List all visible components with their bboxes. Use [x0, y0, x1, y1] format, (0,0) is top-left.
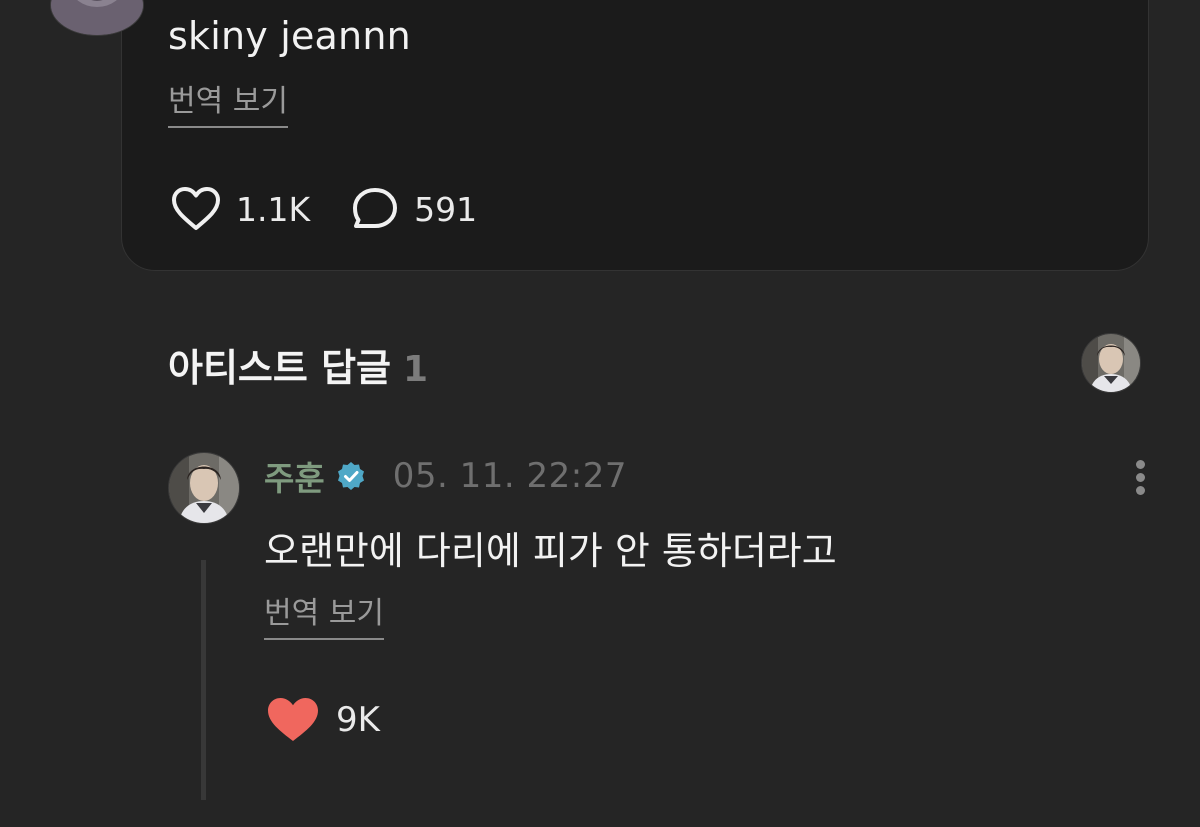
speech-bubble-icon: [353, 188, 398, 228]
artist-avatar[interactable]: [1081, 333, 1141, 393]
artist-avatar-image: [1082, 334, 1140, 392]
reply-meta: 주훈 05. 11. 22:27: [264, 454, 627, 498]
reply-author-name[interactable]: 주훈: [264, 452, 325, 500]
artist-replies-count: 1: [403, 349, 429, 390]
reply-author-avatar[interactable]: [168, 452, 240, 524]
reply-text: 오랜만에 다리에 피가 안 통하더라고: [264, 529, 837, 573]
verified-badge-icon: [337, 462, 364, 490]
post-comment-count: 591: [414, 189, 478, 229]
heart-outline-icon: [172, 187, 220, 230]
post-like-count: 1.1K: [236, 189, 311, 229]
reply-like-button[interactable]: 9K: [266, 696, 380, 744]
reply-actions: 9K: [266, 694, 380, 746]
artist-replies-title: 아티스트 답글: [168, 346, 391, 390]
post-actions: 1.1K 591: [170, 186, 477, 232]
heart-filled-icon: [268, 698, 318, 741]
reply-avatar-image: [169, 453, 239, 523]
reply-like-count: 9K: [336, 700, 380, 740]
more-dot-icon: [1135, 473, 1145, 482]
page: skiny jeannn 번역 보기 1.1K 591 아티스트 답글 1 주훈…: [0, 0, 1200, 827]
post-comment-button[interactable]: 591: [350, 186, 477, 232]
thread-line: [201, 560, 206, 800]
post-translate-link[interactable]: 번역 보기: [168, 84, 288, 128]
reply-more-options-button[interactable]: [1124, 456, 1156, 502]
post-text: skiny jeannn: [168, 14, 411, 58]
reply-translate-link[interactable]: 번역 보기: [264, 596, 384, 640]
more-dot-icon: [1135, 460, 1145, 469]
reply-timestamp: 05. 11. 22:27: [392, 456, 627, 496]
artist-replies-header: 아티스트 답글 1: [168, 337, 428, 392]
more-dot-icon: [1135, 486, 1145, 495]
post-like-button[interactable]: 1.1K: [170, 186, 310, 232]
